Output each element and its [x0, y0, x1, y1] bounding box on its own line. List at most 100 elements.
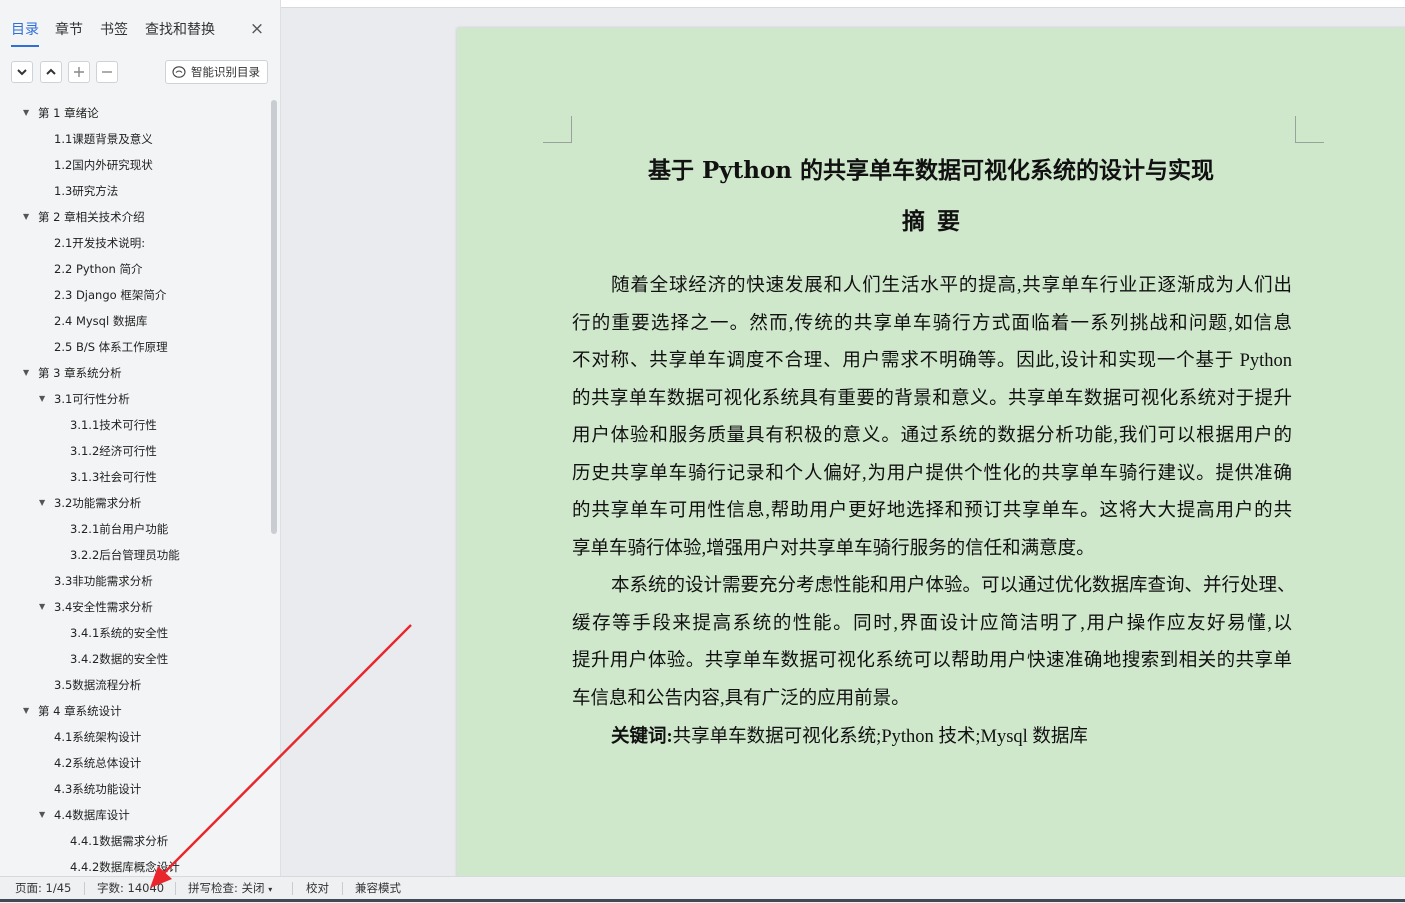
toc-item[interactable]: 1.1课题背景及意义 — [0, 126, 268, 152]
toc-item[interactable]: ▼ 第 4 章系统设计 — [0, 698, 268, 724]
toc-item-label: 2.4 Mysql 数据库 — [54, 314, 148, 328]
toc-item-label: 3.2功能需求分析 — [54, 496, 142, 510]
toc-scrollbar[interactable] — [271, 100, 277, 534]
toc-item-label: 3.2.2后台管理员功能 — [70, 548, 180, 562]
toc-item[interactable]: 4.4.2数据库概念设计 — [0, 854, 268, 876]
expand-arrow-icon[interactable]: ▼ — [23, 698, 29, 724]
expand-arrow-icon[interactable]: ▼ — [39, 594, 45, 620]
keywords-text: 共享单车数据可视化系统;Python 技术;Mysql 数据库 — [672, 727, 1088, 747]
toc-item[interactable]: 2.4 Mysql 数据库 — [0, 308, 268, 334]
navigation-pane: 目录 章节 书签 查找和替换 × 智能识别目录 ▼ 第 1 章绪论 1.1课题背景及… — [0, 0, 281, 876]
document-page[interactable]: 基于 Python 的共享单车数据可视化系统的设计与实现 摘要 随着全球经济的快… — [457, 28, 1405, 876]
paragraph-line: 随着全球经济的快速发展和人们生活水平的提高,共享单车行业正逐渐成为人们出 — [611, 276, 1292, 296]
toc-item[interactable]: 4.4.1数据需求分析 — [0, 828, 268, 854]
toc-item-label: 3.1.2经济可行性 — [70, 444, 157, 458]
divider — [84, 882, 85, 895]
expand-arrow-icon[interactable]: ▼ — [39, 386, 45, 412]
paragraph-line: 的共享单车数据可视化系统具有重要的背景和意义。共享单车数据可视化系统对于提升 — [572, 388, 1292, 409]
toc-item-label: 3.1.1技术可行性 — [70, 418, 157, 432]
expand-arrow-icon[interactable]: ▼ — [23, 204, 29, 230]
toc-item[interactable]: 3.2.2后台管理员功能 — [0, 542, 268, 568]
minus-icon[interactable] — [96, 61, 118, 83]
toc-item-label: 3.2.1前台用户功能 — [70, 522, 169, 536]
page-indicator[interactable]: 页面: 1/45 — [15, 877, 71, 899]
toc-item-label: 3.5数据流程分析 — [54, 678, 142, 692]
paragraph-line: 行的重要选择之一。然而,传统的共享单车骑行方式面临着一系列挑战和问题,如信息 — [572, 313, 1292, 334]
paragraph-line: 用户体验和服务质量具有积极的意义。通过系统的数据分析功能,我们可以根据用户的 — [572, 426, 1292, 446]
toc-item[interactable]: 2.5 B/S 体系工作原理 — [0, 334, 268, 360]
paragraph-line: 的共享单车可用性信息,帮助用户更好地选择和预订共享单车。这将大大提高用户的共 — [572, 501, 1292, 521]
margin-corner-mark — [543, 116, 572, 143]
plus-icon[interactable] — [68, 61, 90, 83]
toc-item[interactable]: 2.1开发技术说明: — [0, 230, 268, 256]
chevron-down-icon[interactable] — [11, 61, 33, 83]
abstract-heading: 摘要 — [902, 208, 972, 235]
tab-bookmarks[interactable]: 书签 — [100, 19, 128, 43]
toc-tree: ▼ 第 1 章绪论 1.1课题背景及意义 1.2国内外研究现状 1.3研究方法 ▼ 第 2 … — [0, 100, 270, 876]
document-title: 基于 Python 的共享单车数据可视化系统的设计与实现 — [647, 157, 1215, 184]
divider — [175, 882, 176, 895]
toc-item[interactable]: 4.3系统功能设计 — [0, 776, 268, 802]
toc-item[interactable]: 2.3 Django 框架简介 — [0, 282, 268, 308]
compat-mode-label: 兼容模式 — [355, 881, 401, 895]
toc-item[interactable]: 3.1.2经济可行性 — [0, 438, 268, 464]
expand-arrow-icon[interactable]: ▼ — [23, 360, 29, 386]
paragraph-line: 不对称、共享单车调度不合理、用户需求不明确等。因此,设计和实现一个基于 Pyth… — [572, 351, 1292, 371]
smart-button-label: 智能识别目录 — [191, 65, 260, 79]
close-icon[interactable]: × — [248, 18, 266, 40]
toc-item[interactable]: 3.1.1技术可行性 — [0, 412, 268, 438]
toc-item-label: 4.1系统架构设计 — [54, 730, 142, 744]
toc-item-label: 2.3 Django 框架简介 — [54, 288, 167, 302]
toc-item[interactable]: ▼ 3.4安全性需求分析 — [0, 594, 268, 620]
toc-item[interactable]: 2.2 Python 简介 — [0, 256, 268, 282]
expand-arrow-icon[interactable]: ▼ — [23, 100, 29, 126]
toc-item[interactable]: ▼ 第 1 章绪论 — [0, 100, 268, 126]
toc-item[interactable]: 3.1.3社会可行性 — [0, 464, 268, 490]
word-count[interactable]: 字数: 14040 — [97, 877, 164, 899]
tab-chapters[interactable]: 章节 — [55, 19, 83, 43]
toc-item[interactable]: ▼ 第 2 章相关技术介绍 — [0, 204, 268, 230]
toc-item[interactable]: 3.4.1系统的安全性 — [0, 620, 268, 646]
tab-toc[interactable]: 目录 — [11, 19, 39, 47]
toc-item-label: 2.5 B/S 体系工作原理 — [54, 340, 168, 354]
toc-item-label: 2.1开发技术说明: — [54, 236, 146, 250]
toc-item-label: 2.2 Python 简介 — [54, 262, 143, 276]
spell-check-toggle[interactable]: 拼写检查: 关闭 ▾ — [188, 877, 272, 901]
toc-item[interactable]: ▼ 第 3 章系统分析 — [0, 360, 268, 386]
toc-item-label: 4.4.2数据库概念设计 — [70, 860, 180, 874]
keywords-line: 关键词:共享单车数据可视化系统;Python 技术;Mysql 数据库 — [611, 719, 1311, 756]
toc-item[interactable]: 3.2.1前台用户功能 — [0, 516, 268, 542]
margin-corner-mark — [1295, 116, 1324, 143]
keywords-label: 关键词: — [611, 727, 673, 747]
paragraph-line: 缓存等手段来提高系统的性能。同时,界面设计应简洁明了,用户操作应友好易懂,以 — [572, 613, 1292, 634]
toc-item-label: 3.4.1系统的安全性 — [70, 626, 169, 640]
spell-check-label: 拼写检查: 关闭 — [188, 881, 265, 895]
toc-item-label: 4.4数据库设计 — [54, 808, 130, 822]
smart-detect-toc-button[interactable]: 智能识别目录 — [165, 60, 268, 84]
toc-item[interactable]: 3.4.2数据的安全性 — [0, 646, 268, 672]
toc-item[interactable]: ▼ 4.4数据库设计 — [0, 802, 268, 828]
toc-item-label: 3.1.3社会可行性 — [70, 470, 157, 484]
toc-item-label: 1.3研究方法 — [54, 184, 119, 198]
toc-item[interactable]: 4.1系统架构设计 — [0, 724, 268, 750]
toc-item[interactable]: 3.5数据流程分析 — [0, 672, 268, 698]
chevron-up-icon[interactable] — [40, 61, 62, 83]
proofread-button[interactable]: 校对 — [306, 877, 329, 899]
toc-item-label: 第 1 章绪论 — [38, 106, 99, 120]
toc-item-label: 3.4.2数据的安全性 — [70, 652, 169, 666]
document-canvas[interactable]: 基于 Python 的共享单车数据可视化系统的设计与实现 摘要 随着全球经济的快… — [281, 0, 1405, 876]
toc-item[interactable]: ▼ 3.1可行性分析 — [0, 386, 268, 412]
toc-item[interactable]: 4.2系统总体设计 — [0, 750, 268, 776]
toc-item[interactable]: 1.3研究方法 — [0, 178, 268, 204]
tab-find-replace[interactable]: 查找和替换 — [145, 19, 215, 43]
expand-arrow-icon[interactable]: ▼ — [39, 802, 45, 828]
toc-item[interactable]: ▼ 3.2功能需求分析 — [0, 490, 268, 516]
toc-item[interactable]: 3.3非功能需求分析 — [0, 568, 268, 594]
paragraph-line: 车信息和公告内容,具有广泛的应用前景。 — [572, 688, 910, 709]
toc-item-label: 第 4 章系统设计 — [38, 704, 122, 718]
toc-item-label: 4.4.1数据需求分析 — [70, 834, 169, 848]
expand-arrow-icon[interactable]: ▼ — [39, 490, 45, 516]
paragraph-line: 本系统的设计需要充分考虑性能和用户体验。可以通过优化数据库查询、并行处理、 — [611, 576, 1296, 596]
toc-item[interactable]: 1.2国内外研究现状 — [0, 152, 268, 178]
paragraph-line: 历史共享单车骑行记录和个人偏好,为用户提供个性化的共享单车骑行建议。提供准确 — [572, 463, 1292, 484]
